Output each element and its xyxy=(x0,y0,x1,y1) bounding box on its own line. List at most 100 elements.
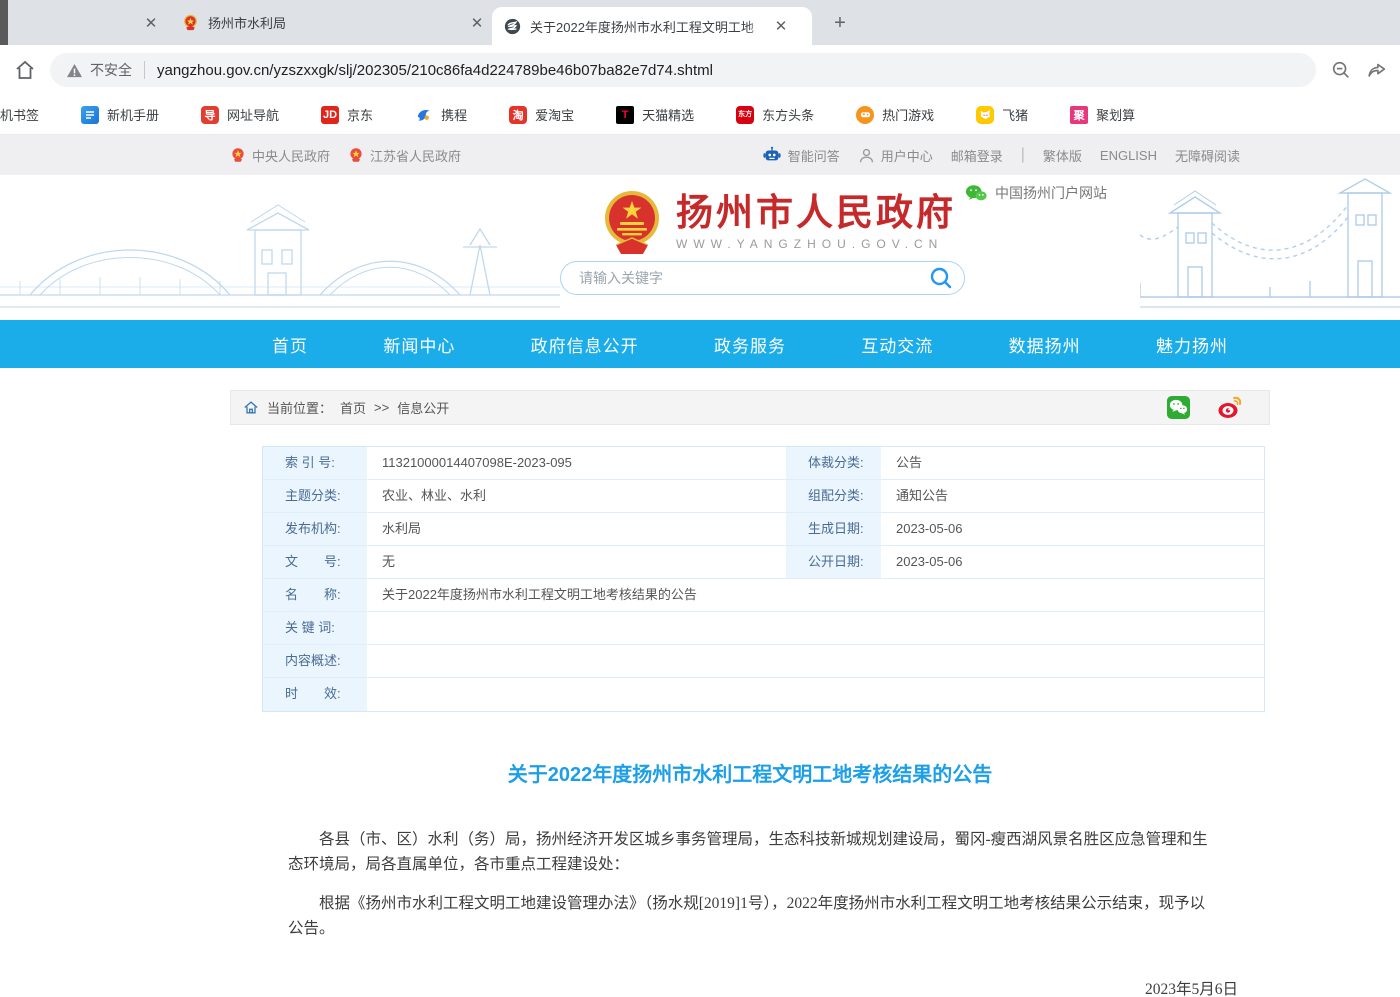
close-icon[interactable]: ✕ xyxy=(770,15,792,37)
nav-charm[interactable]: 魅力扬州 xyxy=(1156,332,1228,357)
site-header: 扬州市人民政府 WWW.YANGZHOU.GOV.CN 中国扬州门户网站 xyxy=(0,175,1400,320)
meta-label: 发布机构: xyxy=(263,513,368,546)
user-icon xyxy=(858,147,875,164)
security-label: 不安全 xyxy=(90,60,132,80)
national-emblem-icon xyxy=(600,189,664,255)
accessibility-link[interactable]: 无障碍阅读 xyxy=(1175,146,1240,165)
meta-value xyxy=(368,645,1264,678)
meta-label: 名 称: xyxy=(263,579,368,612)
tab-water-bureau[interactable]: 扬州市水利局 ✕ xyxy=(182,0,492,45)
table-row: 名 称: 关于2022年度扬州市水利工程文明工地考核结果的公告 xyxy=(263,579,1264,612)
meta-label: 组配分类: xyxy=(786,480,882,513)
bookmark-juhuasuan[interactable]: 聚 聚划算 xyxy=(1049,105,1156,124)
nav-data[interactable]: 数据扬州 xyxy=(1009,332,1081,357)
site-domain: WWW.YANGZHOU.GOV.CN xyxy=(676,237,956,251)
link-jiangsu-gov[interactable]: 江苏省人民政府 xyxy=(348,146,461,165)
meta-label: 时 效: xyxy=(263,678,368,711)
address-bar[interactable]: 不安全 yangzhou.gov.cn/yzszxxgk/slj/202305/… xyxy=(50,53,1316,87)
nav-interaction[interactable]: 互动交流 xyxy=(861,332,933,357)
juhuasuan-icon: 聚 xyxy=(1070,106,1088,124)
new-tab-button[interactable]: + xyxy=(826,9,854,37)
bookmark-eastday[interactable]: 东方 东方头条 xyxy=(715,105,835,124)
document-meta-table: 索 引 号: 11321000014407098E-2023-095 体裁分类:… xyxy=(262,446,1265,712)
smart-qa-link[interactable]: 智能问答 xyxy=(762,146,840,165)
breadcrumb-separator: >> xyxy=(374,400,389,415)
table-row: 内容概述: xyxy=(263,645,1264,678)
english-link[interactable]: ENGLISH xyxy=(1100,148,1157,163)
tab-active-announcement[interactable]: 关于2022年度扬州市水利工程文明工地 ✕ xyxy=(492,7,812,45)
meta-value: 2023-05-06 xyxy=(882,513,1264,546)
site-search xyxy=(560,261,965,295)
nav-info-disclosure[interactable]: 政府信息公开 xyxy=(531,332,639,357)
bookmark-phone[interactable]: 机书签 xyxy=(0,105,60,124)
bookmark-label: 热门游戏 xyxy=(882,105,934,124)
meta-value: 公告 xyxy=(882,447,1264,480)
nav-services[interactable]: 政务服务 xyxy=(714,332,786,357)
table-row: 关 键 词: xyxy=(263,612,1264,645)
breadcrumb-current-link[interactable]: 信息公开 xyxy=(397,398,449,417)
browser-tab-bar: ✕ 扬州市水利局 ✕ 关于2022年度扬州市水利工程文明工地 ✕ + xyxy=(0,0,1400,45)
bookmark-fliggy[interactable]: 飞猪 xyxy=(955,105,1049,124)
bookmark-label: 聚划算 xyxy=(1096,105,1135,124)
bookmark-manual[interactable]: 新机手册 xyxy=(60,105,180,124)
mail-login-link[interactable]: 邮箱登录 xyxy=(951,146,1003,165)
article-date: 2023年5月6日 xyxy=(230,977,1238,997)
gov-emblem-icon xyxy=(182,14,199,31)
home-icon xyxy=(243,400,259,415)
bookmark-label: 飞猪 xyxy=(1002,105,1028,124)
pig-icon xyxy=(976,106,994,124)
meta-value: 关于2022年度扬州市水利工程文明工地考核结果的公告 xyxy=(368,579,1264,612)
breadcrumb-home-link[interactable]: 首页 xyxy=(340,398,366,417)
robot-icon xyxy=(762,146,782,164)
game-icon xyxy=(856,106,874,124)
url-text[interactable]: yangzhou.gov.cn/yzszxxgk/slj/202305/210c… xyxy=(157,62,713,79)
tab-title: 关于2022年度扬州市水利工程文明工地 xyxy=(530,17,770,36)
meta-value: 2023-05-06 xyxy=(882,546,1264,579)
bookmark-nav-site[interactable]: 导 网址导航 xyxy=(180,105,300,124)
home-icon[interactable] xyxy=(8,53,42,87)
meta-label: 生成日期: xyxy=(786,513,882,546)
user-center-link[interactable]: 用户中心 xyxy=(858,146,933,165)
nav-home[interactable]: 首页 xyxy=(272,332,308,357)
close-icon[interactable]: ✕ xyxy=(466,12,488,34)
site-logo[interactable]: 扬州市人民政府 WWW.YANGZHOU.GOV.CN xyxy=(600,189,956,255)
nav-news[interactable]: 新闻中心 xyxy=(383,332,455,357)
meta-value: 农业、林业、水利 xyxy=(368,480,786,513)
bookmark-jd[interactable]: JD 京东 xyxy=(300,105,394,124)
bookmarks-bar: 机书签 新机手册 导 网址导航 JD 京东 携程 淘 爱淘宝 T 天猫精选 东方… xyxy=(0,95,1400,135)
book-icon xyxy=(81,106,99,124)
tmall-icon: T xyxy=(616,106,634,124)
divider: | xyxy=(1021,146,1025,164)
eastday-icon: 东方 xyxy=(736,106,754,124)
link-central-gov[interactable]: 中央人民政府 xyxy=(230,146,330,165)
share-icon[interactable] xyxy=(1366,59,1388,81)
tab-partial[interactable]: ✕ xyxy=(140,0,162,45)
zoom-out-icon[interactable] xyxy=(1330,59,1352,81)
portal-link[interactable]: 中国扬州门户网站 xyxy=(965,183,1107,203)
share-weibo-icon[interactable] xyxy=(1217,395,1243,420)
table-row: 文 号: 无 公开日期: 2023-05-06 xyxy=(263,546,1264,579)
gov-emblem-icon xyxy=(230,147,246,163)
meta-label: 公开日期: xyxy=(786,546,882,579)
bookmark-taobao[interactable]: 淘 爱淘宝 xyxy=(488,105,595,124)
traditional-link[interactable]: 繁体版 xyxy=(1043,146,1082,165)
search-icon[interactable] xyxy=(928,265,954,291)
share-wechat-icon[interactable] xyxy=(1166,395,1191,420)
site-nav-icon: 导 xyxy=(201,106,219,124)
browser-toolbar: 不安全 yangzhou.gov.cn/yzszxxgk/slj/202305/… xyxy=(0,45,1400,95)
meta-label: 关 键 词: xyxy=(263,612,368,645)
security-chip[interactable]: 不安全 xyxy=(66,60,132,80)
meta-value: 无 xyxy=(368,546,786,579)
bookmark-label: 新机手册 xyxy=(107,105,159,124)
link-label: 中央人民政府 xyxy=(252,146,330,165)
bookmark-ctrip[interactable]: 携程 xyxy=(394,105,488,124)
link-label: 用户中心 xyxy=(881,146,933,165)
bridge-art-left xyxy=(0,175,560,320)
close-icon[interactable]: ✕ xyxy=(140,12,162,34)
bookmark-games[interactable]: 热门游戏 xyxy=(835,105,955,124)
search-input[interactable] xyxy=(579,270,928,286)
meta-label: 索 引 号: xyxy=(263,447,368,480)
bookmark-tmall[interactable]: T 天猫精选 xyxy=(595,105,715,124)
warning-icon xyxy=(66,63,83,78)
bookmark-label: 天猫精选 xyxy=(642,105,694,124)
